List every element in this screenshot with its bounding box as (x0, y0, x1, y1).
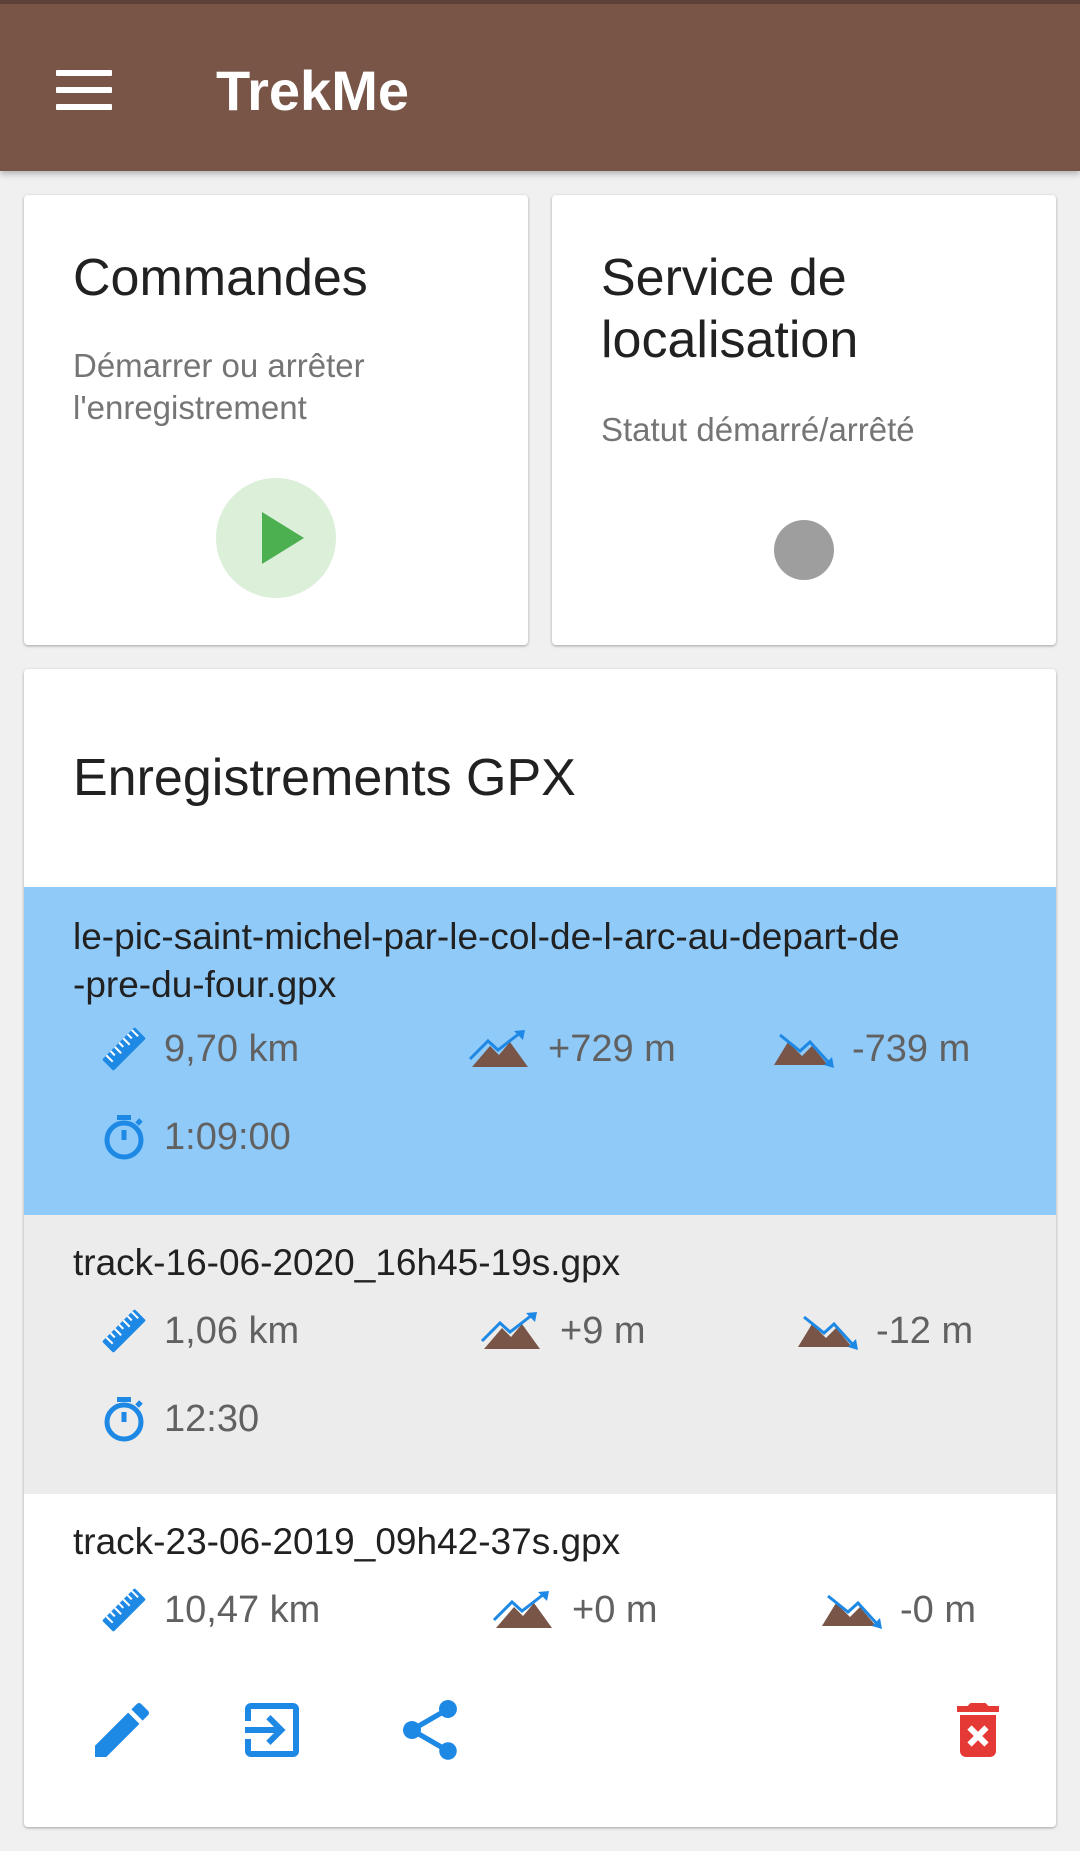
location-status-indicator (774, 520, 834, 580)
location-service-card: Service de localisation Statut démarré/a… (552, 195, 1056, 645)
distance-stat: 10,47 km (100, 1586, 320, 1634)
location-title-line2: localisation (601, 311, 859, 369)
recording-name: track-23-06-2019_09h42-37s.gpx (73, 1521, 621, 1562)
ruler-icon (100, 1586, 148, 1634)
duration-stat: 12:30 (100, 1395, 259, 1443)
elevation-up-stat: +729 m (468, 1025, 676, 1073)
elevation-down-value: -12 m (876, 1310, 974, 1352)
gpx-card-title: Enregistrements GPX (73, 749, 576, 807)
commands-title: Commandes (73, 249, 368, 307)
recording-row[interactable]: track-16-06-2020_16h45-19s.gpx 1,06 km +… (24, 1215, 1056, 1494)
recording-name-line1: le-pic-saint-michel-par-le-col-de-l-arc-… (73, 916, 900, 957)
duration-value: 12:30 (164, 1398, 260, 1440)
ruler-icon (100, 1307, 148, 1355)
duration-stat: 1:09:00 (100, 1113, 291, 1161)
commands-card: Commandes Démarrer ou arrêter l'enregist… (24, 195, 528, 645)
edit-icon[interactable] (86, 1694, 158, 1766)
elevation-up-icon (480, 1311, 544, 1351)
elevation-up-icon (468, 1029, 532, 1069)
location-title-line1: Service de (601, 249, 847, 307)
elevation-down-icon (796, 1311, 860, 1351)
recording-row[interactable]: track-23-06-2019_09h42-37s.gpx 10,47 km … (24, 1494, 1056, 1827)
menu-icon[interactable] (52, 66, 116, 114)
delete-icon[interactable] (942, 1694, 1014, 1766)
elevation-down-stat: -0 m (820, 1586, 976, 1634)
elevation-down-value: -0 m (900, 1589, 976, 1631)
gpx-recordings-card: Enregistrements GPX le-pic-saint-michel-… (24, 669, 1056, 1827)
distance-stat: 1,06 km (100, 1307, 299, 1355)
app-bar: TrekMe (0, 0, 1080, 171)
elevation-down-stat: -12 m (796, 1307, 973, 1355)
share-icon[interactable] (394, 1694, 466, 1766)
elevation-up-value: +9 m (560, 1310, 646, 1352)
elevation-up-stat: +0 m (492, 1586, 658, 1634)
recording-name-line2: -pre-du-four.gpx (73, 964, 337, 1005)
recording-row[interactable]: le-pic-saint-michel-par-le-col-de-l-arc-… (24, 887, 1056, 1215)
distance-value: 9,70 km (164, 1028, 300, 1070)
location-subtitle: Statut démarré/arrêté (601, 411, 915, 448)
duration-value: 1:09:00 (164, 1116, 291, 1158)
elevation-up-stat: +9 m (480, 1307, 646, 1355)
import-icon[interactable] (236, 1694, 308, 1766)
elevation-down-icon (820, 1590, 884, 1630)
elevation-down-value: -739 m (852, 1028, 971, 1070)
app-title: TrekMe (216, 59, 409, 122)
play-button[interactable] (216, 478, 336, 598)
recording-name: track-16-06-2020_16h45-19s.gpx (73, 1242, 621, 1283)
distance-value: 10,47 km (164, 1589, 321, 1631)
commands-subtitle-line1: Démarrer ou arrêter (73, 347, 365, 384)
elevation-up-value: +729 m (548, 1028, 676, 1070)
elevation-up-value: +0 m (572, 1589, 658, 1631)
timer-icon (100, 1395, 148, 1443)
elevation-up-icon (492, 1590, 556, 1630)
elevation-down-stat: -739 m (772, 1025, 970, 1073)
distance-value: 1,06 km (164, 1310, 300, 1352)
commands-subtitle-line2: l'enregistrement (73, 389, 307, 426)
timer-icon (100, 1113, 148, 1161)
elevation-down-icon (772, 1029, 836, 1069)
distance-stat: 9,70 km (100, 1025, 299, 1073)
ruler-icon (100, 1025, 148, 1073)
play-icon (262, 512, 304, 564)
